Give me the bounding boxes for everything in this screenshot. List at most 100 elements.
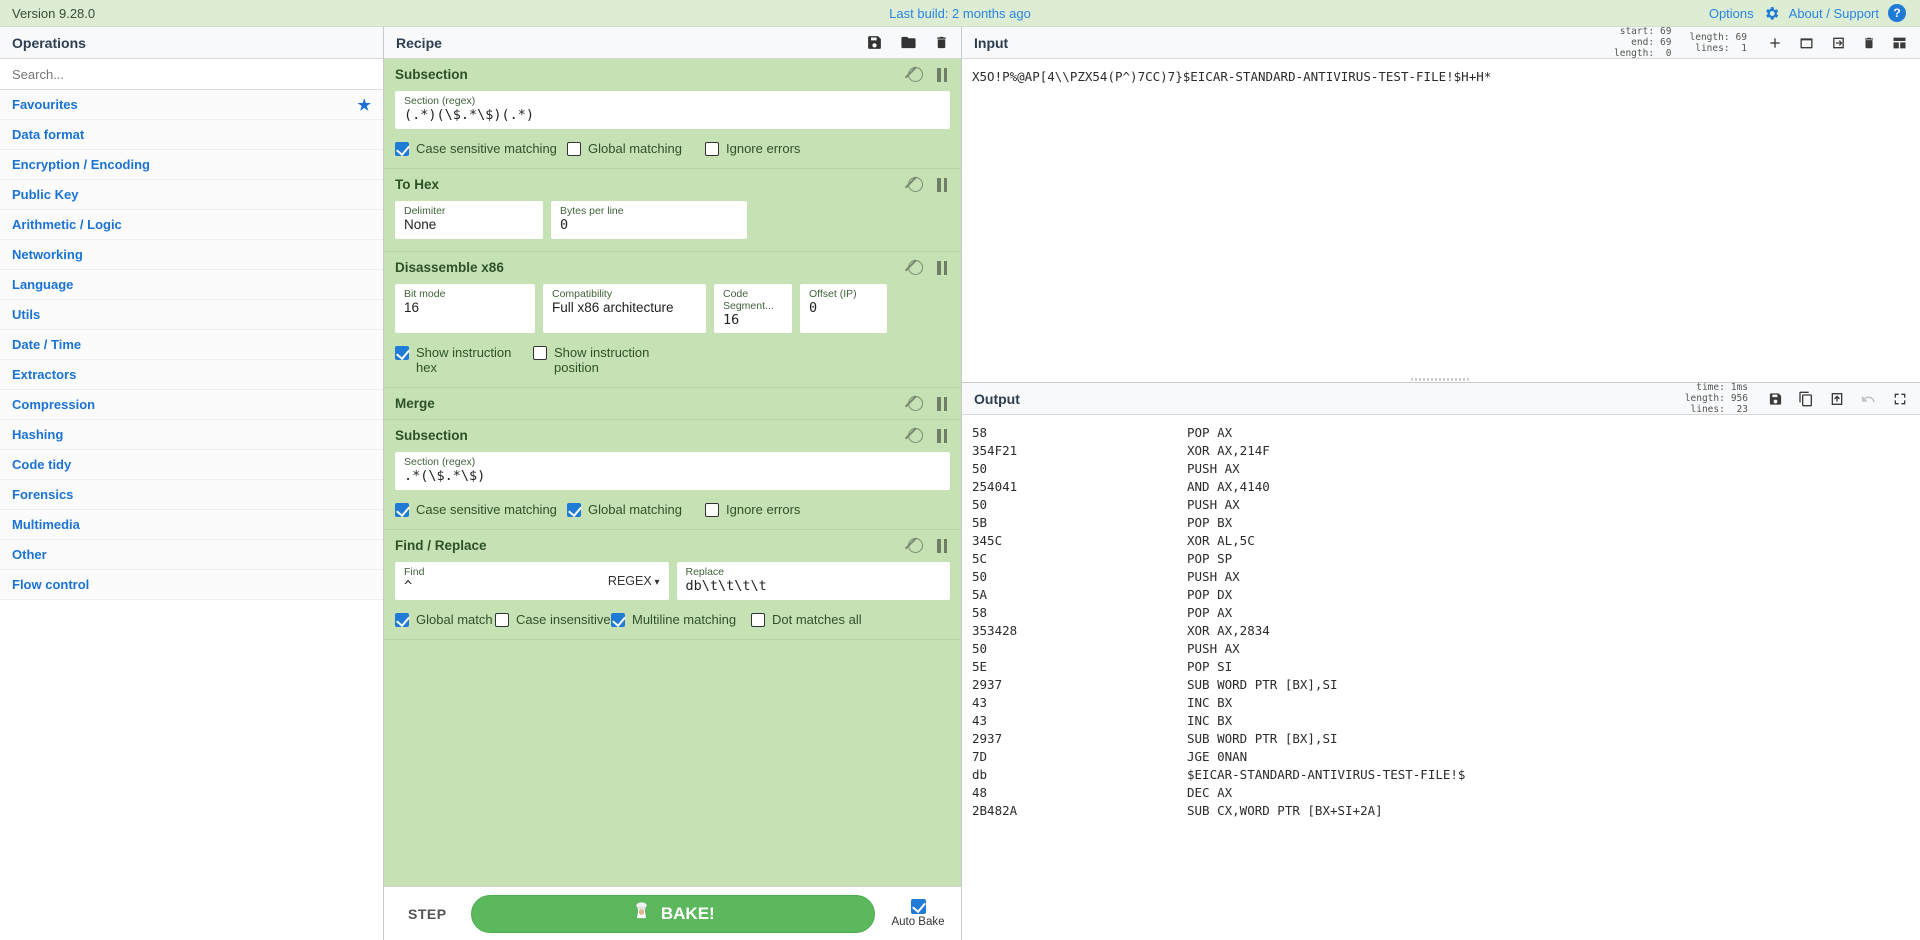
maximise-icon[interactable] xyxy=(1892,391,1908,407)
load-recipe-folder-icon[interactable] xyxy=(899,34,918,51)
disable-operation-icon[interactable] xyxy=(908,67,923,82)
operation-category-data-format[interactable]: Data format xyxy=(0,120,383,150)
arg-value[interactable]: .*(\$.*\$) xyxy=(404,468,941,484)
checkbox-option[interactable]: Dot matches all xyxy=(751,612,862,627)
recipe-operation[interactable]: Find / ReplaceFind^REGEXReplacedb\t\t\t\… xyxy=(384,530,961,640)
plus-icon[interactable] xyxy=(1767,35,1783,51)
operation-category-favourites[interactable]: Favourites ★ xyxy=(0,90,383,120)
trash-icon[interactable] xyxy=(1862,35,1876,51)
operation-category-arithmetic-logic[interactable]: Arithmetic / Logic xyxy=(0,210,383,240)
arg-field[interactable]: Find ^ REGEX xyxy=(395,562,669,600)
save-recipe-icon[interactable] xyxy=(866,34,883,51)
checkbox-input[interactable] xyxy=(611,613,625,627)
disable-operation-icon[interactable] xyxy=(908,260,923,275)
recipe-operation[interactable]: Subsection Section (regex) .*(\$.*\$) Case … xyxy=(384,420,961,530)
gear-icon[interactable] xyxy=(1763,5,1780,22)
checkbox-input[interactable] xyxy=(705,503,719,517)
operation-category-other[interactable]: Other xyxy=(0,540,383,570)
operation-category-list[interactable]: Favourites ★ Data format Encryption / Encod… xyxy=(0,90,383,940)
move-to-input-icon[interactable] xyxy=(1829,391,1845,407)
arg-value[interactable]: 0 xyxy=(560,217,738,233)
checkbox-input[interactable] xyxy=(567,503,581,517)
breakpoint-pause-icon[interactable] xyxy=(937,396,950,411)
step-button[interactable]: STEP xyxy=(398,900,457,928)
operation-category-compression[interactable]: Compression xyxy=(0,390,383,420)
checkbox-option[interactable]: Global matching xyxy=(567,502,705,517)
arg-value[interactable]: 16 xyxy=(404,300,526,316)
auto-bake-toggle[interactable]: Auto Bake xyxy=(889,899,947,928)
checkbox-option[interactable]: Show instruction position xyxy=(533,345,653,375)
checkbox-option[interactable]: Case insensitive xyxy=(495,612,611,627)
breakpoint-pause-icon[interactable] xyxy=(937,538,950,553)
operation-category-language[interactable]: Language xyxy=(0,270,383,300)
operation-category-date-time[interactable]: Date / Time xyxy=(0,330,383,360)
operation-category-code-tidy[interactable]: Code tidy xyxy=(0,450,383,480)
clear-recipe-trash-icon[interactable] xyxy=(934,34,949,51)
arg-mode-dropdown[interactable]: REGEX xyxy=(608,574,660,588)
arg-field[interactable]: Section (regex) .*(\$.*\$) xyxy=(395,452,950,490)
operation-category-encryption-encoding[interactable]: Encryption / Encoding xyxy=(0,150,383,180)
auto-bake-checkbox[interactable] xyxy=(910,899,926,914)
copy-icon[interactable] xyxy=(1798,391,1814,407)
breakpoint-pause-icon[interactable] xyxy=(937,177,950,192)
arg-field[interactable]: Offset (IP) 0 xyxy=(800,284,887,333)
operation-category-multimedia[interactable]: Multimedia xyxy=(0,510,383,540)
checkbox-option[interactable]: Multiline matching xyxy=(611,612,751,627)
arg-value[interactable]: Full x86 architecture xyxy=(552,300,697,316)
arg-value[interactable]: None xyxy=(404,217,534,233)
recipe-operation[interactable]: Merge xyxy=(384,388,961,420)
about-support-link[interactable]: About / Support xyxy=(1789,6,1879,21)
arg-field[interactable]: Delimiter None xyxy=(395,201,543,239)
arg-field[interactable]: Compatibility Full x86 architecture xyxy=(543,284,706,333)
checkbox-option[interactable]: Case sensitive matching xyxy=(395,502,567,517)
search-input[interactable] xyxy=(0,59,383,89)
operation-category-networking[interactable]: Networking xyxy=(0,240,383,270)
operation-category-hashing[interactable]: Hashing xyxy=(0,420,383,450)
bake-button[interactable]: BAKE! xyxy=(470,894,875,933)
disable-operation-icon[interactable] xyxy=(908,428,923,443)
recipe-operation[interactable]: Disassemble x86 Bit mode 16 Compatibility Fu… xyxy=(384,252,961,388)
checkbox-input[interactable] xyxy=(395,346,409,360)
operation-category-forensics[interactable]: Forensics xyxy=(0,480,383,510)
checkbox-option[interactable]: Ignore errors xyxy=(705,141,800,156)
recipe-operation[interactable]: Subsection Section (regex) (.*)(\$.*\$)(.*… xyxy=(384,59,961,169)
arg-field[interactable]: Code Segment... 16 xyxy=(714,284,792,333)
operation-category-utils[interactable]: Utils xyxy=(0,300,383,330)
checkbox-input[interactable] xyxy=(395,613,409,627)
layout-icon[interactable] xyxy=(1891,35,1908,51)
checkbox-input[interactable] xyxy=(705,142,719,156)
checkbox-input[interactable] xyxy=(567,142,581,156)
last-build-link[interactable]: Last build: 2 months ago xyxy=(0,6,1920,21)
arg-value[interactable]: 16 xyxy=(723,312,783,328)
operation-category-extractors[interactable]: Extractors xyxy=(0,360,383,390)
checkbox-option[interactable]: Case sensitive matching xyxy=(395,141,567,156)
disable-operation-icon[interactable] xyxy=(908,396,923,411)
checkbox-option[interactable]: Global matching xyxy=(567,141,705,156)
arg-value[interactable]: 0 xyxy=(809,300,878,316)
checkbox-option[interactable]: Global match xyxy=(395,612,495,627)
arg-value[interactable]: db\t\t\t\t xyxy=(686,578,942,594)
options-button-label[interactable]: Options xyxy=(1709,6,1754,21)
import-icon[interactable] xyxy=(1830,35,1847,51)
breakpoint-pause-icon[interactable] xyxy=(937,428,950,443)
disable-operation-icon[interactable] xyxy=(908,177,923,192)
save-icon[interactable] xyxy=(1768,391,1783,407)
arg-field[interactable]: Bit mode 16 xyxy=(395,284,535,333)
checkbox-input[interactable] xyxy=(395,142,409,156)
input-text-area[interactable]: X5O!P%@AP[4\\PZX54(P^)7CC)7}$EICAR-STAND… xyxy=(962,59,1920,376)
breakpoint-pause-icon[interactable] xyxy=(937,260,950,275)
checkbox-option[interactable]: Ignore errors xyxy=(705,502,800,517)
operation-category-public-key[interactable]: Public Key xyxy=(0,180,383,210)
folder-open-icon[interactable] xyxy=(1798,35,1815,51)
checkbox-input[interactable] xyxy=(751,613,765,627)
breakpoint-pause-icon[interactable] xyxy=(937,67,950,82)
arg-field[interactable]: Bytes per line 0 xyxy=(551,201,747,239)
arg-field[interactable]: Replace db\t\t\t\t xyxy=(676,562,950,600)
output-text-area[interactable]: 58 POP AX 354F21 XOR AX,214F 50 PUSH AX 254041… xyxy=(962,415,1920,940)
checkbox-input[interactable] xyxy=(395,503,409,517)
operation-category-flow-control[interactable]: Flow control xyxy=(0,570,383,600)
checkbox-option[interactable]: Show instruction hex xyxy=(395,345,533,375)
recipe-operation[interactable]: To Hex Delimiter None Bytes per line 0 xyxy=(384,169,961,252)
arg-field[interactable]: Section (regex) (.*)(\$.*\$)(.*) xyxy=(395,91,950,129)
question-circle-icon[interactable]: ? xyxy=(1888,4,1906,22)
